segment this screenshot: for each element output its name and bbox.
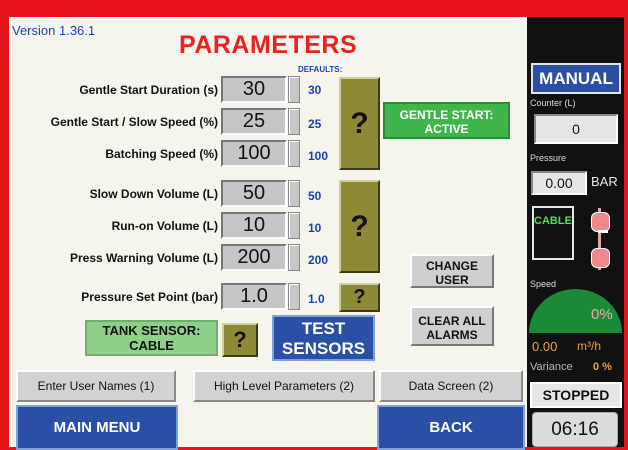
test-sensors-line1: TEST (301, 319, 346, 338)
param-input-slow-speed[interactable]: 25 (221, 108, 287, 135)
cable-indicator: CABLE (532, 206, 574, 260)
param-label-gentle-start-duration: Gentle Start Duration (s) (79, 83, 218, 97)
param-default-gentle-start-duration: 30 (308, 83, 322, 97)
version-label: Version 1.36.1 (12, 23, 96, 38)
param-input-press-warning-volume[interactable]: 200 (221, 244, 287, 271)
tank-sensor-line2: CABLE (129, 338, 174, 353)
level-sensor-icon (591, 208, 610, 270)
param-default-pressure-set-point: 1.0 (308, 292, 325, 306)
param-stepper-slow-speed[interactable] (288, 108, 300, 135)
help-button-tank-sensor[interactable]: ? (222, 323, 258, 357)
parameters-panel: Version 1.36.1 PARAMETERS DEFAULTS: Gent… (9, 17, 527, 450)
clear-alarms-line1: CLEAR ALL (418, 314, 486, 328)
variance-label: Variance (530, 361, 573, 373)
param-label-pressure-set-point: Pressure Set Point (bar) (81, 290, 218, 304)
param-label-run-on-volume: Run-on Volume (L) (111, 219, 218, 233)
page-title: PARAMETERS (179, 31, 358, 59)
help-button-speed[interactable]: ? (339, 77, 380, 170)
help-button-volume[interactable]: ? (339, 180, 380, 273)
tank-sensor-status: TANK SENSOR: CABLE (85, 320, 218, 356)
gentle-start-status: GENTLE START: ACTIVE (383, 102, 510, 139)
tank-sensor-line1: TANK SENSOR: (102, 323, 201, 338)
param-default-slow-down-volume: 50 (308, 189, 322, 203)
tab-data-screen[interactable]: Data Screen (2) (379, 370, 523, 402)
clock-display[interactable]: 06:16 (532, 412, 618, 447)
param-label-press-warning-volume: Press Warning Volume (L) (69, 251, 218, 265)
param-label-slow-down-volume: Slow Down Volume (L) (89, 187, 218, 201)
back-button[interactable]: BACK (377, 405, 525, 450)
param-stepper-run-on-volume[interactable] (288, 212, 300, 239)
cable-label: CABLE (534, 215, 572, 227)
param-label-slow-speed: Gentle Start / Slow Speed (%) (50, 115, 218, 129)
change-user-button[interactable]: CHANGE USER (410, 254, 494, 288)
variance-value: 0 % (593, 361, 612, 373)
help-button-pressure[interactable]: ? (339, 283, 380, 312)
param-input-gentle-start-duration[interactable]: 30 (221, 76, 287, 103)
param-input-run-on-volume[interactable]: 10 (221, 212, 287, 239)
param-input-batching-speed[interactable]: 100 (221, 140, 287, 167)
status-indicator: STOPPED (530, 382, 622, 408)
param-stepper-pressure-set-point[interactable] (288, 283, 300, 310)
change-user-line1: CHANGE (425, 259, 478, 273)
param-default-batching-speed: 100 (308, 149, 329, 163)
counter-value: 0 (534, 114, 618, 144)
param-stepper-batching-speed[interactable] (288, 140, 300, 167)
clear-all-alarms-button[interactable]: CLEAR ALL ALARMS (410, 306, 494, 346)
speed-label: Speed (530, 279, 557, 289)
tab-enter-user-names[interactable]: Enter User Names (1) (16, 370, 176, 402)
flow-value: 0.00 (532, 339, 558, 354)
gentle-start-status-line1: GENTLE START: (399, 108, 494, 122)
param-stepper-slow-down-volume[interactable] (288, 180, 300, 207)
test-sensors-button[interactable]: TEST SENSORS (272, 315, 375, 361)
pressure-label: Pressure (530, 153, 567, 163)
param-input-slow-down-volume[interactable]: 50 (221, 180, 287, 207)
main-menu-button[interactable]: MAIN MENU (16, 405, 178, 450)
param-default-run-on-volume: 10 (308, 221, 322, 235)
defaults-heading: DEFAULTS: (298, 65, 343, 74)
pressure-value: 0.00 (531, 171, 587, 195)
counter-label: Counter (L) (530, 98, 576, 108)
mode-indicator: MANUAL (531, 63, 621, 94)
param-label-batching-speed: Batching Speed (%) (105, 147, 218, 161)
param-default-press-warning-volume: 200 (308, 253, 329, 267)
param-input-pressure-set-point[interactable]: 1.0 (221, 283, 287, 310)
gentle-start-status-line2: ACTIVE (424, 122, 469, 136)
test-sensors-line2: SENSORS (281, 339, 366, 358)
param-stepper-gentle-start-duration[interactable] (288, 76, 300, 103)
clear-alarms-line2: ALARMS (426, 328, 478, 342)
tab-high-level-parameters[interactable]: High Level Parameters (2) (193, 370, 375, 402)
param-stepper-press-warning-volume[interactable] (288, 244, 300, 271)
param-default-slow-speed: 25 (308, 117, 322, 131)
change-user-line2: USER (435, 273, 469, 287)
window-frame: Version 1.36.1 PARAMETERS DEFAULTS: Gent… (0, 0, 628, 450)
speed-value: 0% (591, 306, 613, 323)
flow-unit: m³/h (577, 339, 601, 353)
status-sidebar: MANUAL Counter (L) 0 Pressure 0.00 BAR C… (527, 17, 624, 447)
pressure-unit: BAR (591, 174, 618, 189)
